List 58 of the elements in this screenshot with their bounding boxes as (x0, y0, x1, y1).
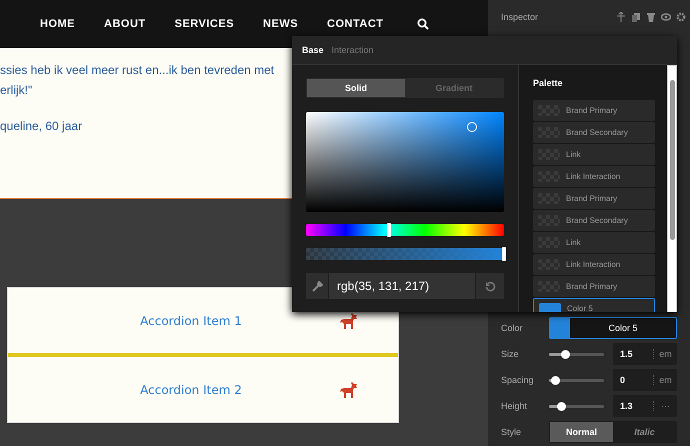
horse-icon (338, 312, 358, 330)
eyedropper-button[interactable] (306, 273, 328, 299)
trash-icon[interactable] (646, 12, 656, 22)
nav-link[interactable]: ABOUT (104, 18, 146, 30)
move-icon[interactable] (616, 12, 626, 22)
palette-item[interactable]: Brand Secondary (533, 122, 655, 143)
number-field[interactable]: 0 (613, 375, 653, 385)
palette-item[interactable]: Color 5 (533, 298, 655, 312)
nav-link[interactable]: NEWS (263, 18, 298, 30)
color-value-field[interactable]: rgb(35, 131, 217) (329, 273, 475, 299)
picker-tab[interactable]: Base (302, 45, 324, 55)
property-label: Color (501, 323, 524, 333)
nav-link[interactable]: SERVICES (174, 18, 234, 30)
property-label: Height (501, 401, 528, 411)
panel-title: Inspector (501, 12, 540, 22)
palette-item[interactable]: Link Interaction (533, 166, 655, 187)
settings-icon[interactable] (676, 12, 686, 22)
palette-item[interactable]: Link (533, 232, 655, 253)
style-option[interactable]: Normal (550, 422, 613, 442)
slider[interactable] (549, 352, 604, 356)
horse-icon (338, 380, 358, 398)
accordion-item-title[interactable]: Accordion Item 1 (140, 314, 242, 328)
saturation-field[interactable] (306, 112, 504, 212)
palette-item[interactable]: Brand Primary (533, 100, 655, 121)
reset-icon (484, 280, 496, 292)
eye-icon[interactable] (661, 12, 671, 22)
scrollbar[interactable] (667, 65, 677, 312)
slider[interactable] (549, 404, 604, 408)
property-label: Style (501, 427, 522, 437)
slider[interactable] (549, 378, 604, 382)
color-field[interactable]: Color 5 (549, 317, 677, 339)
palette-item[interactable]: Link (533, 144, 655, 165)
palette-item[interactable]: Brand Primary (533, 188, 655, 209)
nav-link[interactable]: CONTACT (327, 18, 384, 30)
reset-button[interactable] (476, 273, 504, 299)
search-icon[interactable] (416, 18, 429, 30)
property-label: Spacing (501, 375, 535, 385)
nav-link[interactable]: HOME (40, 18, 75, 30)
palette-title: Palette (533, 76, 564, 90)
palette-item[interactable]: Brand Primary (533, 276, 655, 297)
number-field[interactable]: 1.5 (613, 349, 653, 359)
style-option[interactable]: Italic (613, 422, 676, 442)
eyedropper-icon (312, 280, 322, 292)
palette-item[interactable]: Brand Secondary (533, 210, 655, 231)
mode-option[interactable]: Solid (307, 79, 405, 97)
property-label: Size (501, 349, 520, 359)
unit-label: ··· (653, 401, 677, 411)
quote-text: ssies heb ik veel meer rust en...ik ben tevreden met erlijk!" (0, 62, 274, 99)
number-field[interactable]: 1.3 (613, 401, 653, 411)
quote-author: queline, 60 jaar (0, 118, 82, 135)
copy-icon[interactable] (631, 12, 641, 22)
unit-label: em (653, 349, 677, 359)
accordion-item-title[interactable]: Accordion Item 2 (140, 382, 242, 396)
palette-item[interactable]: Link Interaction (533, 254, 655, 275)
picker-tab[interactable]: Interaction (332, 45, 374, 55)
hue-slider[interactable] (306, 224, 504, 236)
unit-label: em (653, 375, 677, 385)
alpha-slider[interactable] (306, 248, 504, 260)
